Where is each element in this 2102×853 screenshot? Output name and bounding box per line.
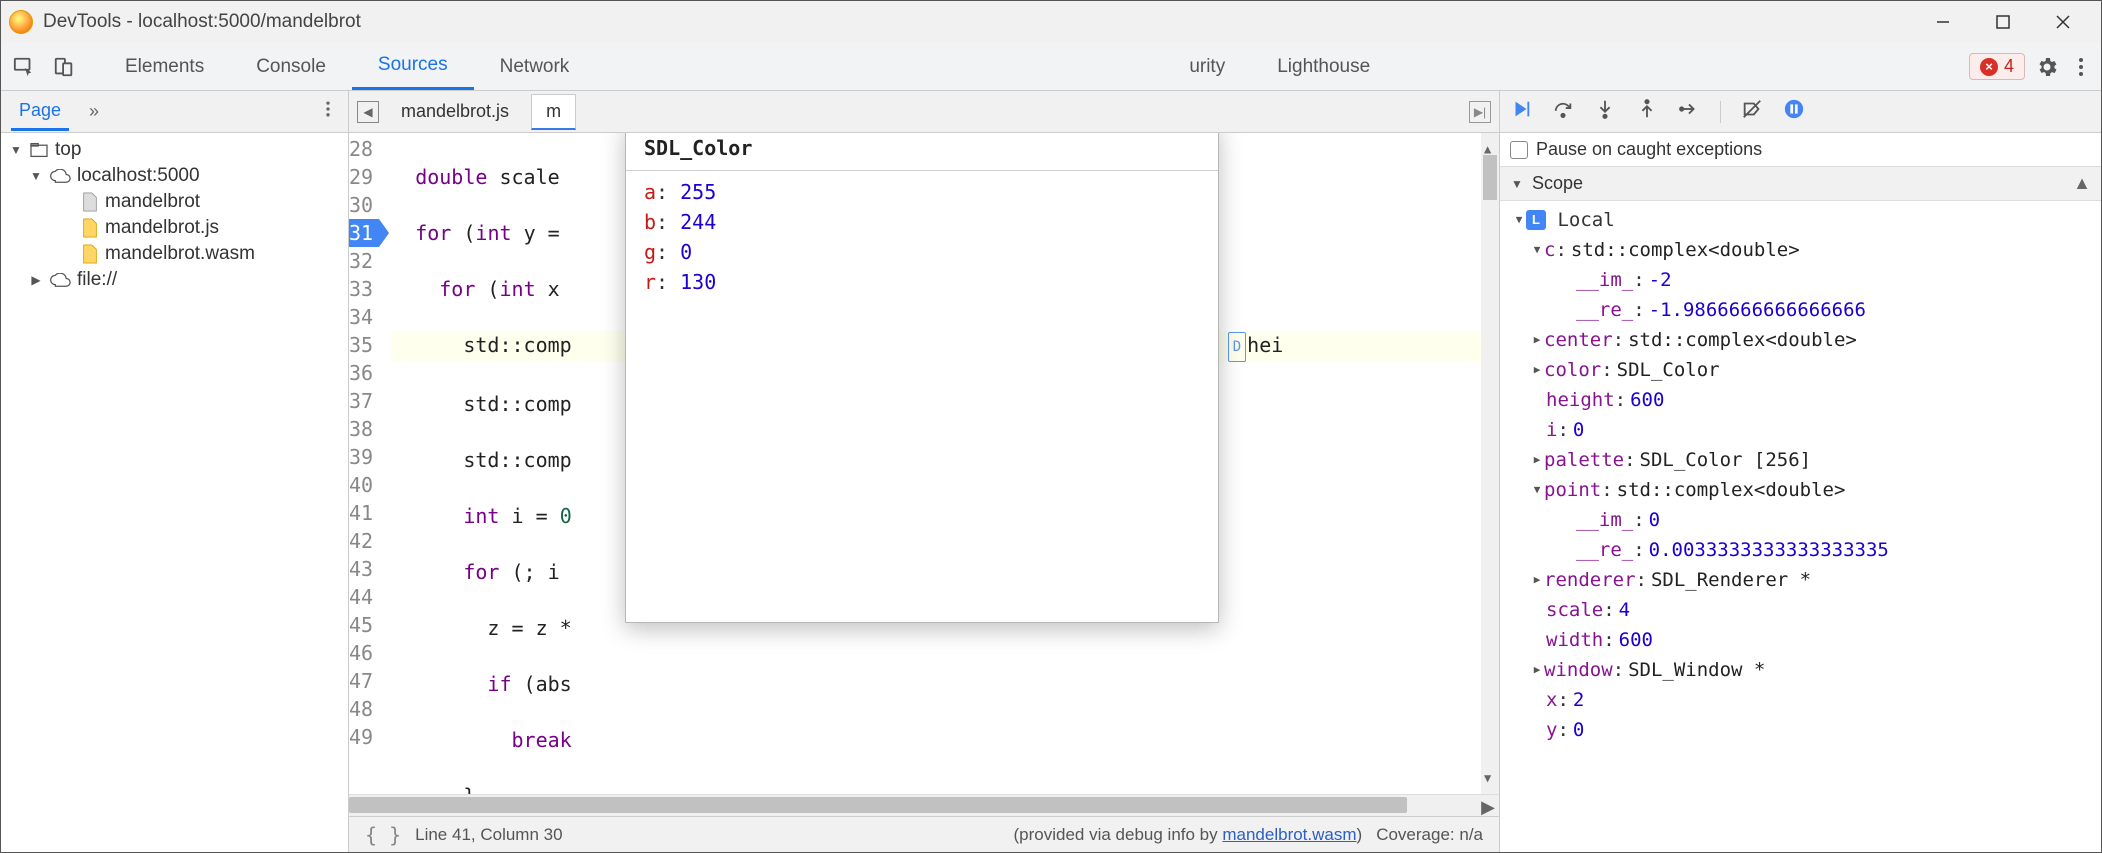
- var-scale[interactable]: scale:4: [1506, 595, 2101, 625]
- var-height[interactable]: height:600: [1506, 385, 2101, 415]
- pretty-print-icon[interactable]: { }: [365, 823, 401, 847]
- editor-horizontal-scrollbar[interactable]: ▶: [349, 794, 1499, 816]
- tree-file-mandelbrot-js[interactable]: mandelbrot.js: [1, 215, 348, 241]
- nav-menu-icon[interactable]: [318, 99, 338, 124]
- var-color[interactable]: ▶color:SDL_Color: [1506, 355, 2101, 385]
- var-c[interactable]: ▼c:std::complex<double>: [1506, 235, 2101, 265]
- tree-file-scheme[interactable]: ▶file://: [1, 267, 348, 293]
- var-i[interactable]: i:0: [1506, 415, 2101, 445]
- resume-icon[interactable]: [1510, 98, 1532, 125]
- editor-statusbar: { } Line 41, Column 30 (provided via deb…: [349, 816, 1499, 852]
- minimize-button[interactable]: [1913, 1, 1973, 43]
- editor-vertical-scrollbar[interactable]: ▲▼: [1481, 133, 1499, 794]
- device-toggle-icon[interactable]: [51, 56, 77, 78]
- var-c-re[interactable]: __re_:-1.9866666666666666: [1506, 295, 2101, 325]
- tooltip-title: SDL_Color: [626, 133, 1218, 171]
- file-label: mandelbrot.wasm: [105, 243, 255, 265]
- maximize-button[interactable]: [1973, 1, 2033, 43]
- tab-network[interactable]: Network: [474, 43, 630, 90]
- main-toolbar: Elements Console Sources Network urity L…: [1, 43, 2101, 91]
- navigator-panel: Page » ▼top ▼localhost:5000 mandelbrot m…: [1, 91, 349, 852]
- execution-line-marker: 31: [349, 219, 379, 247]
- file-tabs: ◀ mandelbrot.js m ▶|: [349, 91, 1499, 133]
- inspect-icon[interactable]: [11, 56, 37, 78]
- close-button[interactable]: [2033, 1, 2093, 43]
- tree-top-label: top: [55, 139, 81, 161]
- cursor-position: Line 41, Column 30: [415, 825, 562, 845]
- error-count: 4: [2004, 56, 2014, 77]
- nav-tab-page[interactable]: Page: [11, 92, 69, 131]
- tree-top[interactable]: ▼top: [1, 137, 348, 163]
- var-center[interactable]: ▶center:std::complex<double>: [1506, 325, 2101, 355]
- tab-sources[interactable]: Sources: [352, 43, 474, 90]
- tab-elements[interactable]: Elements: [99, 43, 230, 90]
- scope-local[interactable]: ▼L Local: [1506, 205, 2101, 235]
- var-palette[interactable]: ▶palette:SDL_Color [256]: [1506, 445, 2101, 475]
- panel-tabs: Elements Console Sources Network urity L…: [99, 43, 1396, 90]
- line-gutter[interactable]: 282930 31 323334353637383940414243444546…: [349, 133, 391, 794]
- debugger-panel: Pause on caught exceptions ▼Scope ▲ ▼L L…: [1499, 91, 2101, 852]
- settings-icon[interactable]: [2035, 55, 2059, 79]
- var-width[interactable]: width:600: [1506, 625, 2101, 655]
- tab-security[interactable]: urity: [629, 43, 1251, 90]
- pause-checkbox[interactable]: [1510, 141, 1528, 159]
- file-tree: ▼top ▼localhost:5000 mandelbrot mandelbr…: [1, 133, 348, 852]
- tree-host[interactable]: ▼localhost:5000: [1, 163, 348, 189]
- file-tab-mandelbrot-js[interactable]: mandelbrot.js: [387, 95, 523, 128]
- pause-on-exceptions-row[interactable]: Pause on caught exceptions: [1500, 133, 2101, 166]
- tab-lighthouse[interactable]: Lighthouse: [1251, 43, 1396, 90]
- more-icon[interactable]: [2069, 55, 2093, 79]
- var-point-im[interactable]: __im_:0: [1506, 505, 2101, 535]
- main-area: Page » ▼top ▼localhost:5000 mandelbrot m…: [1, 91, 2101, 852]
- step-into-icon[interactable]: [1594, 98, 1616, 125]
- editor-panel: ◀ mandelbrot.js m ▶| 282930 31 323334353…: [349, 91, 1499, 852]
- titlebar: DevTools - localhost:5000/mandelbrot: [1, 1, 2101, 43]
- file-scheme-label: file://: [77, 269, 117, 291]
- tree-file-mandelbrot-wasm[interactable]: mandelbrot.wasm: [1, 241, 348, 267]
- scope-body: ▼L Local ▼c:std::complex<double> __im_:-…: [1500, 201, 2101, 852]
- var-c-im[interactable]: __im_:-2: [1506, 265, 2101, 295]
- scope-label: Scope: [1532, 173, 1583, 194]
- deactivate-breakpoints-icon[interactable]: [1741, 98, 1763, 125]
- tab-console[interactable]: Console: [230, 43, 352, 90]
- nav-back-icon[interactable]: ◀: [357, 101, 379, 123]
- coverage-text: Coverage: n/a: [1376, 825, 1483, 845]
- error-icon: ×: [1980, 58, 1998, 76]
- debugger-toolbar: [1500, 91, 2101, 133]
- hover-tooltip: SDL_Color a: 255 b: 244 g: 0 r: 130: [625, 133, 1219, 623]
- step-icon[interactable]: [1678, 98, 1700, 125]
- file-label: mandelbrot: [105, 191, 200, 213]
- code-editor[interactable]: 282930 31 323334353637383940414243444546…: [349, 133, 1499, 794]
- tree-file-mandelbrot[interactable]: mandelbrot: [1, 189, 348, 215]
- step-over-icon[interactable]: [1552, 98, 1574, 125]
- tree-host-label: localhost:5000: [77, 165, 200, 187]
- nav-more-tabs-icon[interactable]: »: [89, 101, 94, 122]
- pause-label: Pause on caught exceptions: [1536, 139, 1762, 160]
- file-label: mandelbrot.js: [105, 217, 219, 239]
- error-counter[interactable]: × 4: [1969, 53, 2025, 80]
- devtools-window: DevTools - localhost:5000/mandelbrot Ele…: [0, 0, 2102, 853]
- file-tab-active[interactable]: m: [531, 94, 576, 130]
- devtools-icon: [9, 10, 33, 34]
- var-renderer[interactable]: ▶renderer:SDL_Renderer *: [1506, 565, 2101, 595]
- debug-info-link[interactable]: mandelbrot.wasm: [1222, 825, 1356, 844]
- var-y[interactable]: y:0: [1506, 715, 2101, 745]
- window-title: DevTools - localhost:5000/mandelbrot: [43, 11, 361, 33]
- tooltip-body: a: 255 b: 244 g: 0 r: 130: [626, 171, 1218, 303]
- run-to-icon[interactable]: ▶|: [1469, 101, 1491, 123]
- scope-header[interactable]: ▼Scope ▲: [1500, 167, 2101, 200]
- window-controls: [1913, 1, 2093, 43]
- debug-info-text: (provided via debug info by mandelbrot.w…: [1014, 825, 1363, 845]
- pause-exceptions-icon[interactable]: [1783, 98, 1805, 125]
- var-point-re[interactable]: __re_:0.0033333333333333335: [1506, 535, 2101, 565]
- var-window[interactable]: ▶window:SDL_Window *: [1506, 655, 2101, 685]
- var-point[interactable]: ▼point:std::complex<double>: [1506, 475, 2101, 505]
- step-out-icon[interactable]: [1636, 98, 1658, 125]
- var-x[interactable]: x:2: [1506, 685, 2101, 715]
- navigator-header: Page »: [1, 91, 348, 133]
